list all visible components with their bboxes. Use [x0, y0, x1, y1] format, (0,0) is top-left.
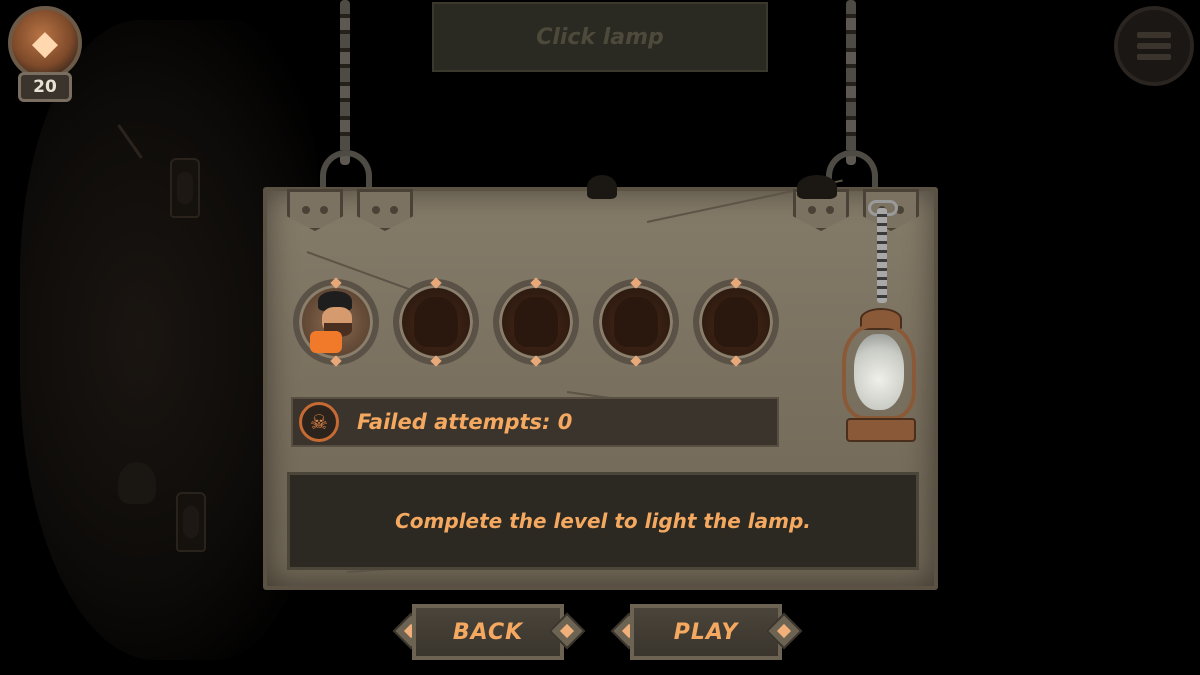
silhouette-icon	[614, 297, 658, 347]
background-lantern-icon	[176, 492, 206, 552]
lantern-icon[interactable]	[838, 300, 920, 445]
silhouette-icon	[714, 297, 758, 347]
claw-decoration	[797, 175, 837, 199]
menu-button[interactable]	[1114, 6, 1194, 86]
portrait-locked[interactable]	[693, 277, 779, 367]
silhouette-icon	[514, 297, 558, 347]
portrait-locked[interactable]	[493, 277, 579, 367]
failed-attempts-bar: ☠ Failed attempts: 0	[291, 397, 779, 447]
portrait-locked[interactable]	[593, 277, 679, 367]
play-button[interactable]: PLAY	[630, 604, 782, 660]
character-portraits	[293, 277, 779, 367]
gem-count: 20	[18, 72, 72, 102]
claw-decoration	[587, 175, 617, 199]
right-chain	[846, 0, 856, 165]
portrait-miner[interactable]	[293, 277, 379, 367]
level-info-board: ☠ Failed attempts: 0 Complete the level …	[263, 175, 938, 590]
background-ghost-icon	[118, 462, 156, 504]
board-bracket	[287, 189, 343, 231]
left-ring	[320, 150, 372, 190]
board-bracket	[357, 189, 413, 231]
level-description: Complete the level to light the lamp.	[287, 472, 919, 570]
miner-character-icon	[308, 291, 364, 353]
left-chain	[340, 0, 350, 165]
lamp-chain	[877, 208, 887, 303]
failed-attempts-label: Failed attempts: 0	[357, 410, 573, 434]
portrait-locked[interactable]	[393, 277, 479, 367]
menu-icon	[1137, 27, 1171, 65]
skull-icon: ☠	[299, 402, 339, 442]
silhouette-icon	[414, 297, 458, 347]
back-button[interactable]: BACK	[412, 604, 564, 660]
gem-icon: ◆	[8, 6, 82, 80]
hint-banner: Click lamp	[432, 2, 768, 72]
background-lantern-icon	[170, 158, 200, 218]
